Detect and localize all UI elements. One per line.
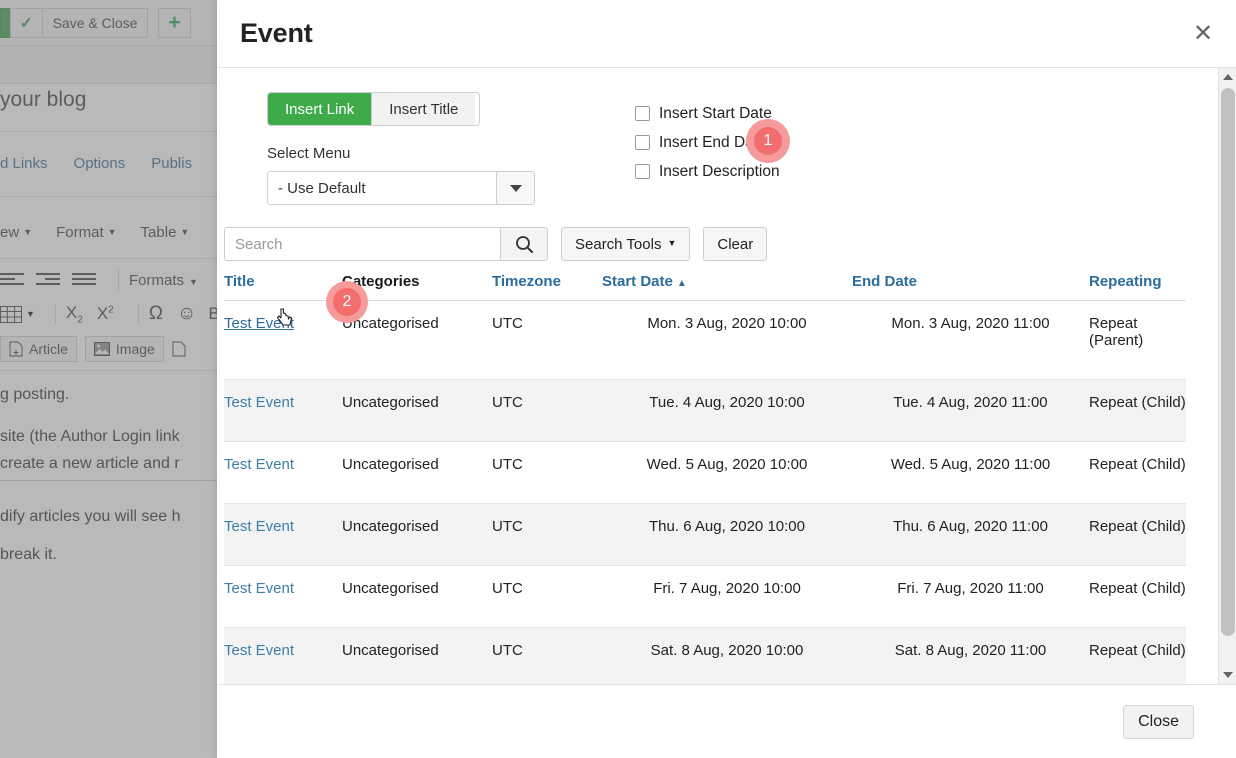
table-row[interactable]: Test Event Uncategorised UTC Fri. 7 Aug,… [224, 565, 1186, 628]
insert-description-checkbox[interactable] [635, 164, 650, 179]
insert-start-date-label: Insert Start Date [659, 104, 772, 122]
event-modal: Event ✕ Insert Link Insert Title Select … [217, 0, 1236, 758]
column-header-start-date[interactable]: Start Date ▲ [602, 273, 852, 301]
modal-header: Event ✕ [217, 0, 1236, 68]
event-title-link[interactable]: Test Event [224, 518, 294, 535]
search-toolbar: Search Tools▼ Clear [224, 227, 1218, 261]
event-start-date: Tue. 4 Aug, 2020 10:00 [602, 379, 852, 442]
event-repeating: Repeat (Child) [1089, 379, 1186, 442]
insert-description-label: Insert Description [659, 162, 780, 180]
event-categories: Uncategorised [342, 379, 492, 442]
event-title-link[interactable]: Test Event [224, 456, 294, 473]
event-title-link[interactable]: Test Event [224, 394, 294, 411]
modal-vertical-scrollbar[interactable] [1218, 68, 1236, 684]
event-title-link[interactable]: Test Event [224, 642, 294, 659]
annotation-badge-2-number: 2 [342, 293, 352, 310]
event-end-date: Mon. 3 Aug, 2020 11:00 [852, 300, 1089, 380]
select-menu-label: Select Menu [267, 145, 351, 162]
event-start-date: Mon. 3 Aug, 2020 10:00 [602, 300, 852, 380]
annotation-badge-1: 1 [746, 119, 790, 163]
page-title: Event [240, 18, 313, 48]
events-table: Title Categories Timezone Start Date ▲ En… [224, 273, 1186, 684]
event-timezone: UTC [492, 503, 602, 566]
scrollbar-thumb[interactable] [1221, 88, 1235, 636]
event-repeating: Repeat (Child) [1089, 565, 1186, 628]
insert-start-date-checkbox[interactable] [635, 106, 650, 121]
event-repeating: Repeat (Parent) [1089, 300, 1186, 380]
table-row[interactable]: Test Event Uncategorised UTC Thu. 6 Aug,… [224, 503, 1186, 566]
close-button[interactable]: Close [1123, 704, 1194, 739]
modal-footer: Close [217, 684, 1236, 758]
search-field-group [224, 227, 548, 261]
event-repeating: Repeat (Child) [1089, 627, 1186, 684]
column-header-title[interactable]: Title [224, 273, 342, 301]
search-tools-button[interactable]: Search Tools ▼ [561, 227, 691, 261]
clear-button[interactable]: Clear [703, 227, 768, 261]
insert-link-button[interactable]: Insert Link [268, 93, 372, 125]
event-timezone: UTC [492, 627, 602, 684]
table-row[interactable]: Test Event Uncategorised UTC Mon. 3 Aug,… [224, 300, 1186, 380]
event-start-date: Sat. 8 Aug, 2020 10:00 [602, 627, 852, 684]
modal-scroll-region: Insert Link Insert Title Select Menu - U… [217, 68, 1218, 684]
insert-description-row[interactable]: Insert Description [635, 157, 780, 186]
event-start-date: Fri. 7 Aug, 2020 10:00 [602, 565, 852, 628]
event-end-date: Sat. 8 Aug, 2020 11:00 [852, 627, 1089, 684]
event-end-date: Tue. 4 Aug, 2020 11:00 [852, 379, 1089, 442]
annotation-badge-1-number: 1 [763, 132, 773, 149]
event-repeating: Repeat (Child) [1089, 441, 1186, 504]
event-timezone: UTC [492, 300, 602, 380]
insert-end-date-checkbox[interactable] [635, 135, 650, 150]
close-icon[interactable]: ✕ [1189, 20, 1217, 48]
modal-form-row: Insert Link Insert Title Select Menu - U… [267, 92, 1218, 205]
column-header-timezone[interactable]: Timezone [492, 273, 602, 301]
event-start-date: Wed. 5 Aug, 2020 10:00 [602, 441, 852, 504]
select-menu-value: - Use Default [278, 179, 366, 197]
search-tools-label: Search Tools [575, 235, 662, 253]
events-table-body: Test Event Uncategorised UTC Mon. 3 Aug,… [224, 300, 1186, 684]
mouse-cursor-pointer [276, 308, 294, 330]
event-title-link[interactable]: Test Event [224, 580, 294, 597]
events-table-header-row: Title Categories Timezone Start Date ▲ En… [224, 273, 1186, 301]
event-end-date: Thu. 6 Aug, 2020 11:00 [852, 503, 1089, 566]
event-categories: Uncategorised [342, 503, 492, 566]
table-row[interactable]: Test Event Uncategorised UTC Wed. 5 Aug,… [224, 441, 1186, 504]
event-repeating: Repeat (Child) [1089, 503, 1186, 566]
column-header-end-date[interactable]: End Date [852, 273, 1089, 301]
scroll-down-arrow-icon[interactable] [1219, 666, 1236, 684]
events-table-head: Title Categories Timezone Start Date ▲ En… [224, 273, 1186, 301]
sort-ascending-icon: ▲ [676, 278, 687, 289]
clear-label: Clear [717, 235, 754, 253]
modal-form-left: Insert Link Insert Title Select Menu - U… [267, 92, 557, 205]
screen: ✓ Save & Close + your blog d Links Optio… [0, 0, 1236, 758]
event-timezone: UTC [492, 379, 602, 442]
chevron-down-icon[interactable] [496, 172, 534, 204]
insert-title-button[interactable]: Insert Title [371, 93, 476, 125]
insert-mode-segmented-control: Insert Link Insert Title [267, 92, 480, 126]
scroll-up-arrow-icon[interactable] [1219, 68, 1236, 86]
column-header-repeating[interactable]: Repeating [1089, 273, 1186, 301]
event-end-date: Fri. 7 Aug, 2020 11:00 [852, 565, 1089, 628]
annotation-badge-2: 2 [326, 281, 368, 323]
modal-backdrop-overlay[interactable] [0, 0, 217, 758]
event-categories: Uncategorised [342, 441, 492, 504]
event-timezone: UTC [492, 565, 602, 628]
event-start-date: Thu. 6 Aug, 2020 10:00 [602, 503, 852, 566]
select-menu-dropdown[interactable]: - Use Default [267, 171, 535, 205]
event-categories: Uncategorised [342, 565, 492, 628]
event-categories: Uncategorised [342, 627, 492, 684]
table-row[interactable]: Test Event Uncategorised UTC Sat. 8 Aug,… [224, 627, 1186, 684]
modal-body: Insert Link Insert Title Select Menu - U… [217, 68, 1236, 684]
search-icon[interactable] [500, 227, 548, 261]
table-row[interactable]: Test Event Uncategorised UTC Tue. 4 Aug,… [224, 379, 1186, 442]
event-timezone: UTC [492, 441, 602, 504]
search-input[interactable] [224, 227, 500, 261]
event-end-date: Wed. 5 Aug, 2020 11:00 [852, 441, 1089, 504]
